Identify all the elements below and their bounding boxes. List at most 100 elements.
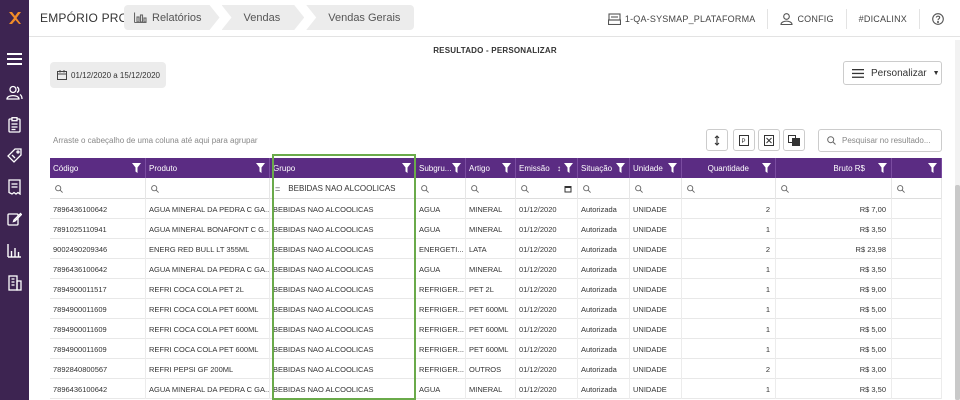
search-icon (687, 184, 695, 193)
scrollbar-thumb[interactable] (955, 185, 960, 400)
cell-codigo: 7894900011517 (50, 279, 146, 299)
grid-search-input[interactable]: Pesquisar no resultado... (818, 129, 942, 152)
cell-grupo: BEBIDAS NAO ALCOOLICAS (270, 359, 416, 379)
table-row[interactable]: 7894900011609 REFRI COCA COLA PET 600ML BE… (50, 339, 942, 359)
filter-cell-unidade[interactable] (630, 178, 682, 199)
filter-icon[interactable] (668, 163, 677, 173)
platform-selector[interactable]: 1-QA-SYSMAP_PLATAFORMA (596, 9, 768, 29)
column-header-extra[interactable] (892, 158, 942, 178)
sort-button[interactable] (706, 129, 728, 151)
edit-icon[interactable] (6, 210, 23, 227)
cell-emissao: 01/12/2020 (516, 279, 578, 299)
filter-icon[interactable] (402, 163, 411, 173)
config-button[interactable]: CONFIG (767, 8, 845, 29)
building-icon[interactable] (6, 274, 23, 291)
filter-icon[interactable] (928, 163, 937, 173)
table-row[interactable]: 7894900011609 REFRI COCA COLA PET 600ML BE… (50, 319, 942, 339)
cell-artigo: PET 2L (466, 279, 516, 299)
table-row[interactable]: 7896436100642 AGUA MINERAL DA PEDRA C GA.… (50, 199, 942, 219)
filter-icon[interactable] (132, 163, 141, 173)
cell-bruto: R$ 9,00 (776, 279, 892, 299)
filter-icon[interactable] (256, 163, 265, 173)
cell-emissao: 01/12/2020 (516, 319, 578, 339)
column-header-label: Quantidade (707, 163, 749, 173)
column-header-unidade[interactable]: Unidade (630, 158, 682, 178)
column-header-situacao[interactable]: Situação (578, 158, 630, 178)
filter-cell-extra[interactable] (892, 178, 942, 199)
filter-cell-bruto[interactable] (776, 178, 892, 199)
cell-bruto: R$ 3,50 (776, 379, 892, 399)
cell-bruto: R$ 5,00 (776, 319, 892, 339)
calendar-icon[interactable] (564, 185, 572, 193)
receipt-icon[interactable] (6, 178, 23, 195)
clipboard-icon[interactable] (6, 116, 23, 133)
table-row[interactable]: 7896436100642 AGUA MINERAL DA PEDRA C GA.… (50, 259, 942, 279)
cell-extra (892, 259, 942, 279)
filter-icon[interactable] (502, 163, 511, 173)
filter-cell-artigo[interactable] (466, 178, 516, 199)
filter-icon[interactable] (564, 163, 573, 173)
export-pdf-button[interactable]: P (733, 129, 755, 151)
top-right-menu: 1-QA-SYSMAP_PLATAFORMA CONFIG #DICALINX (596, 0, 960, 37)
filter-cell-codigo[interactable] (50, 178, 146, 199)
column-header-grupo[interactable]: Grupo (270, 158, 416, 178)
filter-grupo-value: BEBIDAS NAO ALCOOLICAS (288, 184, 396, 193)
app-title: EMPÓRIO PRO (40, 11, 129, 25)
dicalinx-link[interactable]: #DICALINX (845, 8, 919, 29)
equals-operator-icon[interactable]: = (275, 184, 280, 194)
column-header-artigo[interactable]: Artigo (466, 158, 516, 178)
export-excel-button[interactable] (758, 129, 780, 151)
column-header-bruto[interactable]: Bruto R$ (776, 158, 892, 178)
table-row[interactable]: 7892840800567 REFRI PEPSI GF 200ML BEBIDAS… (50, 359, 942, 379)
table-row[interactable]: 7896436100642 AGUA MINERAL DA PEDRA C GA.… (50, 379, 942, 399)
chart-bar-icon (134, 12, 147, 23)
cell-produto: AGUA MINERAL DA PEDRA C GA... (146, 379, 270, 399)
config-label: CONFIG (797, 13, 834, 24)
cell-bruto: R$ 5,00 (776, 299, 892, 319)
breadcrumb: Relatórios Vendas Vendas Gerais (124, 5, 416, 30)
filter-icon[interactable] (762, 163, 771, 173)
cell-situacao: Autorizada (578, 259, 630, 279)
breadcrumb-vendas[interactable]: Vendas (222, 5, 305, 30)
filter-icon[interactable] (452, 163, 461, 173)
breadcrumb-label: Vendas Gerais (328, 11, 401, 24)
cell-extra (892, 279, 942, 299)
column-header-produto[interactable]: Produto (146, 158, 270, 178)
column-chooser-button[interactable] (783, 129, 805, 151)
table-row[interactable]: 7894900011609 REFRI COCA COLA PET 600ML BE… (50, 299, 942, 319)
personalizar-dropdown[interactable]: Personalizar ▼ (843, 61, 942, 85)
cell-artigo: MINERAL (466, 379, 516, 399)
grid-filter-row: = BEBIDAS NAO ALCOOLICAS (50, 178, 942, 199)
filter-cell-grupo[interactable]: = BEBIDAS NAO ALCOOLICAS (270, 178, 416, 199)
column-header-label: Emissão (519, 163, 550, 173)
table-row[interactable]: 9002490209346 ENERG RED BULL LT 355ML BEBI… (50, 239, 942, 259)
filter-icon[interactable] (616, 163, 625, 173)
chart-icon[interactable] (6, 242, 23, 259)
column-header-quantidade[interactable]: Quantidade (682, 158, 776, 178)
help-button[interactable] (919, 8, 960, 29)
cell-produto: AGUA MINERAL DA PEDRA C GA... (146, 199, 270, 219)
table-row[interactable]: 7894900011517 REFRI COCA COLA PET 2L BEBID… (50, 279, 942, 299)
search-icon (471, 184, 479, 193)
filter-icon[interactable] (878, 163, 887, 173)
cell-quantidade: 2 (682, 239, 776, 259)
breadcrumb-vendas-gerais[interactable]: Vendas Gerais (306, 5, 415, 30)
column-header-emissao[interactable]: Emissão ↕ (516, 158, 578, 178)
table-row[interactable]: 7891025110941 AGUA MINERAL BONAFONT C G..… (50, 219, 942, 239)
filter-cell-produto[interactable] (146, 178, 270, 199)
user-icon (780, 12, 794, 25)
filter-cell-subgrupo[interactable] (416, 178, 466, 199)
sort-icon[interactable]: ↕ (557, 164, 561, 173)
column-header-codigo[interactable]: Código (50, 158, 146, 178)
caret-down-icon: ▼ (932, 69, 940, 77)
cell-situacao: Autorizada (578, 359, 630, 379)
breadcrumb-relatorios[interactable]: Relatórios (124, 5, 220, 30)
tag-icon[interactable] (6, 147, 23, 164)
filter-cell-emissao[interactable] (516, 178, 578, 199)
breadcrumb-label: Vendas (243, 11, 281, 24)
date-range-button[interactable]: 01/12/2020 a 15/12/2020 (50, 62, 166, 88)
filter-cell-situacao[interactable] (578, 178, 630, 199)
column-header-subgrupo[interactable]: Subgru... (416, 158, 466, 178)
filter-cell-quantidade[interactable] (682, 178, 776, 199)
users-icon[interactable] (6, 84, 23, 101)
